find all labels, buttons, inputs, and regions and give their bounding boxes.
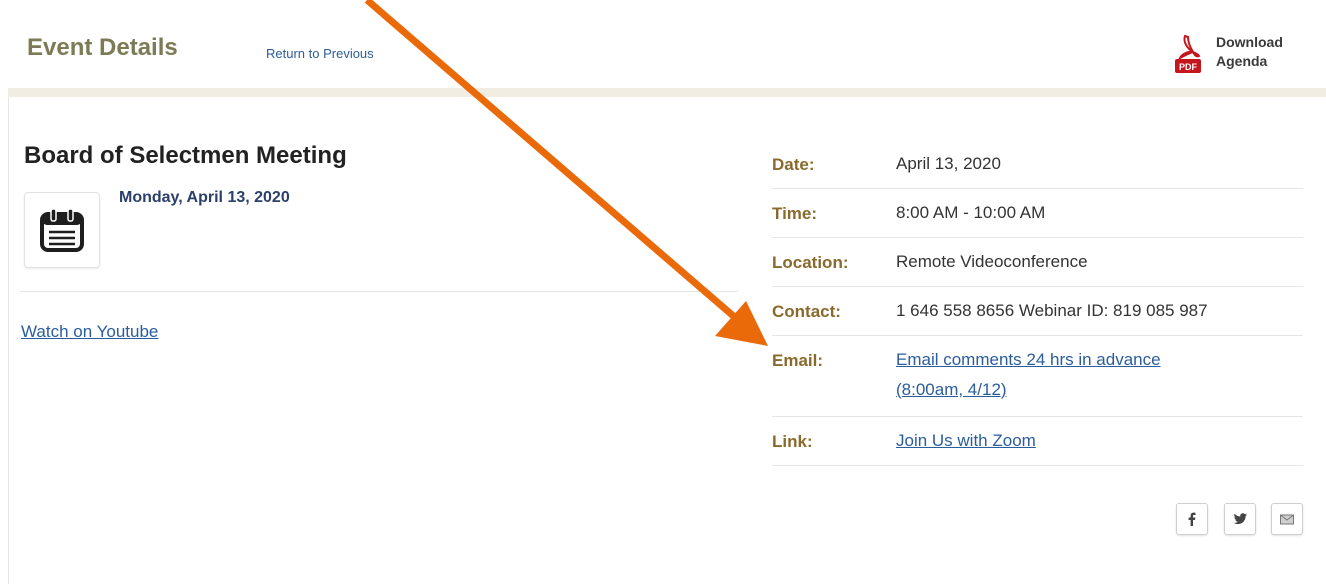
orange-arrow-annotation bbox=[364, 0, 768, 346]
